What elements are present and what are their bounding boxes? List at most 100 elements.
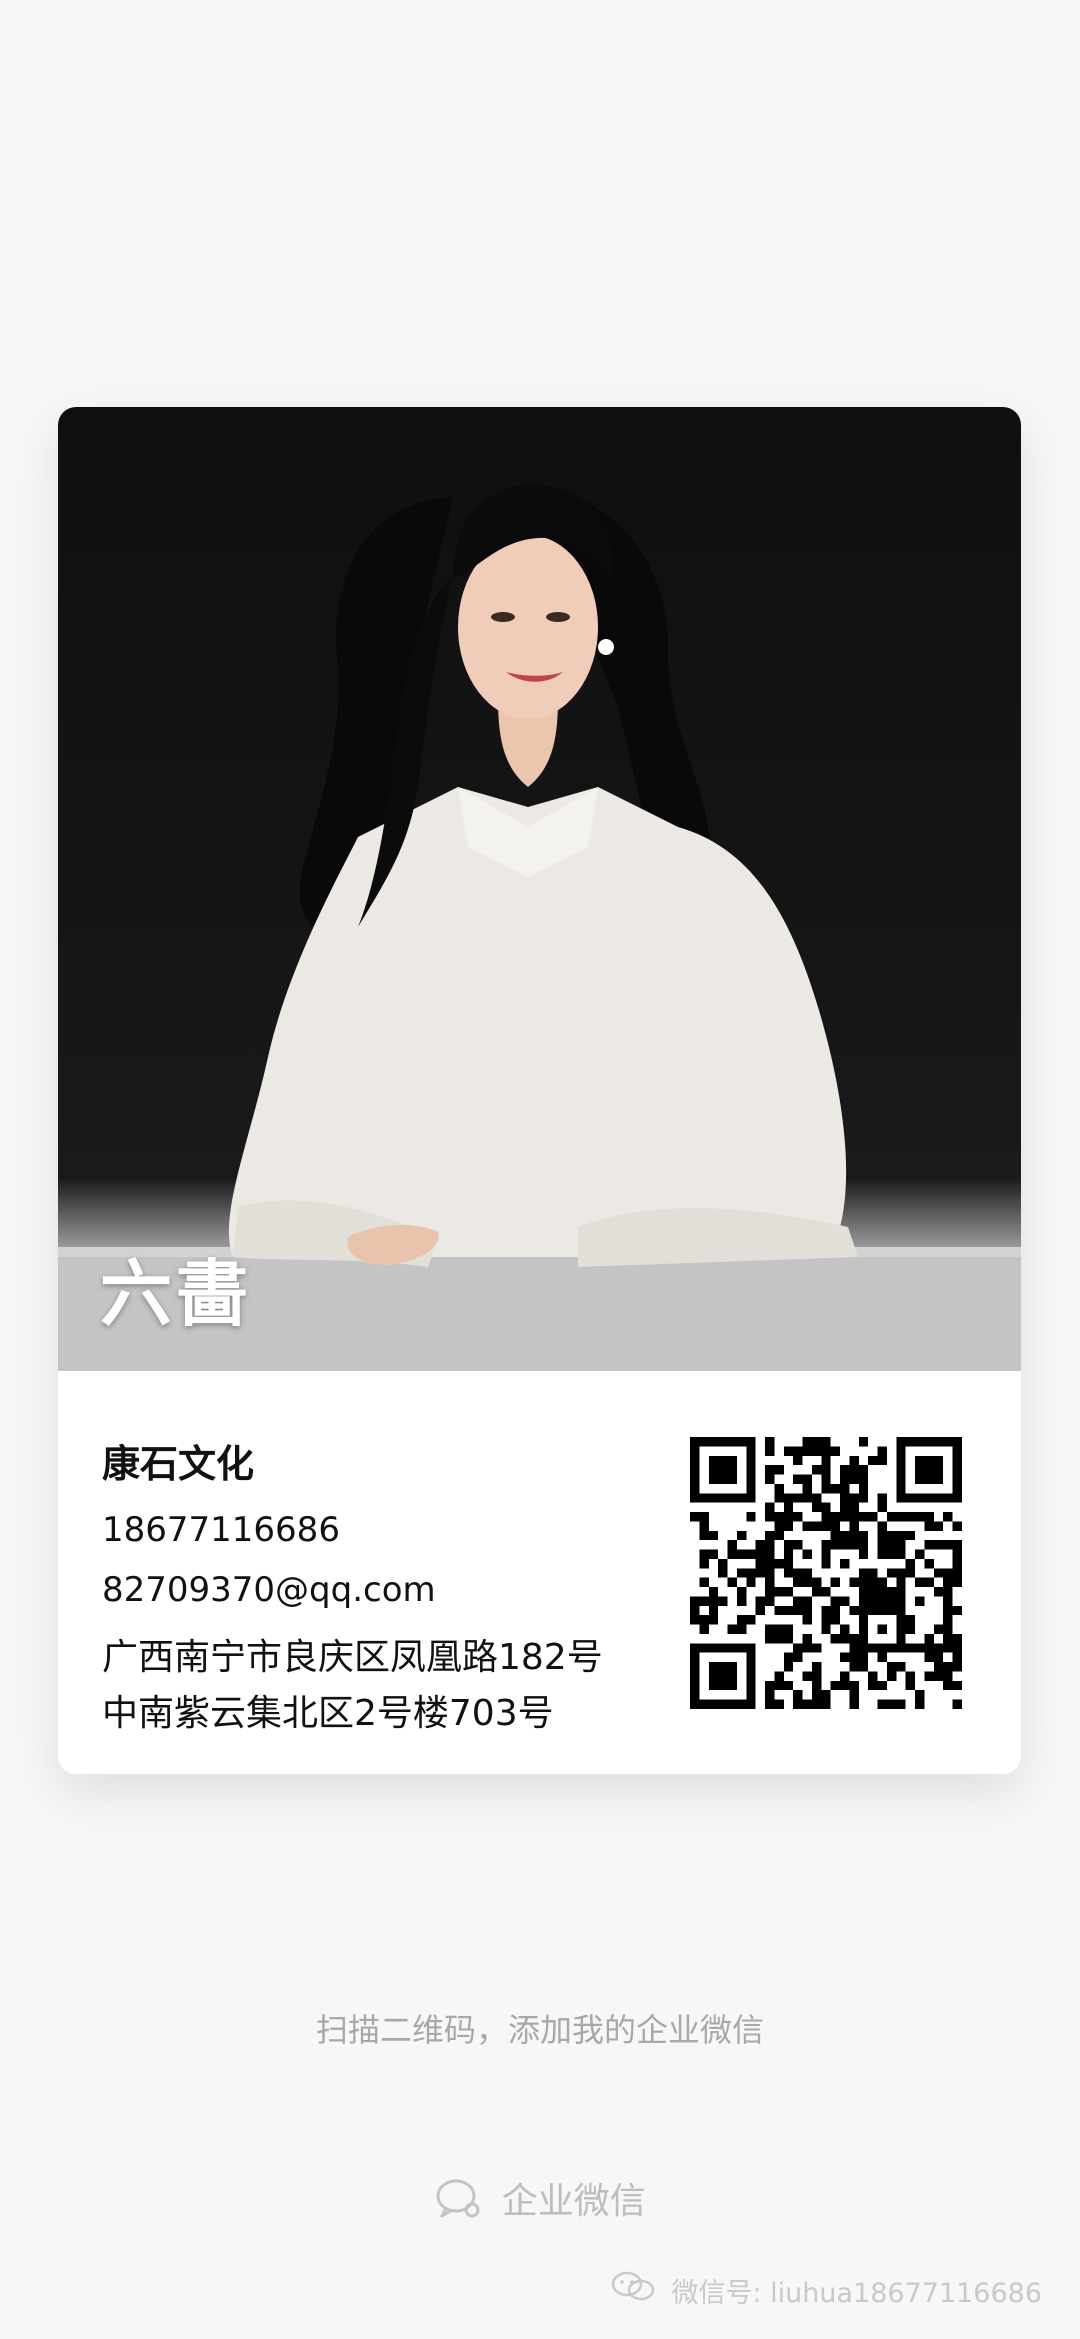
- qr-module: [849, 1493, 859, 1503]
- qr-module: [877, 1521, 887, 1531]
- qr-module: [802, 1521, 812, 1531]
- qr-module: [718, 1493, 728, 1503]
- profile-photo: 六畵: [58, 407, 1021, 1371]
- qr-module: [905, 1558, 916, 1569]
- email-address[interactable]: 82709370@qq.com: [102, 1570, 662, 1610]
- qr-module: [886, 1596, 897, 1606]
- qr-module: [877, 1680, 887, 1691]
- qr-module: [915, 1596, 925, 1606]
- qr-module: [708, 1549, 719, 1559]
- qr-module: [840, 1493, 850, 1503]
- qr-module: [699, 1699, 709, 1709]
- qr-module: [858, 1474, 869, 1484]
- qr-module: [802, 1577, 812, 1588]
- qr-module: [849, 1652, 859, 1663]
- qr-module: [952, 1680, 962, 1691]
- qr-module: [811, 1699, 822, 1709]
- qr-module: [877, 1587, 887, 1597]
- qr-module: [924, 1512, 934, 1522]
- qr-module: [858, 1624, 869, 1634]
- portrait-illustration: [58, 484, 1021, 1371]
- qr-module: [952, 1699, 962, 1709]
- qr-module: [783, 1605, 794, 1616]
- qr-module: [802, 1699, 812, 1709]
- qr-module: [690, 1643, 700, 1653]
- qr-module: [830, 1483, 841, 1494]
- qr-module: [896, 1577, 906, 1588]
- qr-module: [858, 1633, 869, 1644]
- qr-module: [858, 1483, 869, 1494]
- qr-module: [811, 1446, 822, 1456]
- qr-module: [943, 1540, 953, 1550]
- qr-module: [877, 1502, 887, 1513]
- qr-module: [755, 1605, 766, 1616]
- qr-module: [952, 1474, 962, 1484]
- qr-module: [793, 1474, 803, 1484]
- qr-module: [765, 1690, 775, 1700]
- qr-module: [699, 1624, 709, 1634]
- qr-module: [952, 1465, 962, 1475]
- qr-module: [933, 1521, 944, 1531]
- qr-module: [765, 1530, 775, 1541]
- qr-module: [783, 1521, 794, 1531]
- qr-module: [933, 1652, 944, 1663]
- qr-module: [877, 1455, 887, 1466]
- qr-module: [840, 1530, 850, 1541]
- qr-module: [708, 1493, 719, 1503]
- qr-module: [774, 1530, 784, 1541]
- qr-module: [783, 1446, 794, 1456]
- qr-module: [821, 1615, 831, 1625]
- qr-module: [746, 1549, 756, 1559]
- qr-module: [924, 1633, 934, 1644]
- qr-module: [858, 1437, 869, 1447]
- qr-module: [849, 1690, 859, 1700]
- company-name: 康石文化: [102, 1442, 255, 1486]
- qr-module: [765, 1633, 775, 1644]
- qr-module: [746, 1577, 756, 1588]
- qr-module: [718, 1568, 728, 1578]
- qr-module: [699, 1437, 709, 1447]
- qr-module: [840, 1474, 850, 1484]
- qr-module: [858, 1662, 869, 1672]
- qr-code[interactable]: [690, 1437, 962, 1709]
- qr-module: [849, 1521, 859, 1531]
- qr-module: [849, 1474, 859, 1484]
- qr-module: [868, 1455, 878, 1466]
- qr-module: [840, 1652, 850, 1663]
- qr-module: [746, 1662, 756, 1672]
- qr-module: [793, 1577, 803, 1588]
- wechat-id-watermark: 微信号: liuhua18677116686: [611, 2270, 1042, 2311]
- qr-module: [896, 1643, 906, 1653]
- qr-module: [699, 1521, 709, 1531]
- qr-module: [896, 1568, 906, 1578]
- phone-number[interactable]: 18677116686: [102, 1510, 662, 1550]
- qr-module: [943, 1643, 953, 1653]
- qr-module: [802, 1633, 812, 1644]
- qr-module: [802, 1671, 812, 1681]
- qr-module: [868, 1577, 878, 1588]
- qr-module: [877, 1577, 887, 1588]
- qr-module: [811, 1465, 822, 1475]
- qr-module: [783, 1512, 794, 1522]
- qr-module: [811, 1521, 822, 1531]
- qr-module: [783, 1502, 794, 1513]
- qr-module: [830, 1577, 841, 1588]
- qr-module: [952, 1549, 962, 1559]
- qr-module: [933, 1643, 944, 1653]
- qr-module: [727, 1437, 737, 1447]
- qr-module: [933, 1437, 944, 1447]
- qr-module: [943, 1568, 953, 1578]
- qr-module: [699, 1643, 709, 1653]
- qr-module: [952, 1633, 962, 1644]
- qr-module: [746, 1568, 756, 1578]
- qr-module: [858, 1549, 869, 1559]
- qr-module: [774, 1558, 784, 1569]
- qr-module: [727, 1455, 737, 1466]
- qr-module: [840, 1502, 850, 1513]
- qr-module: [896, 1455, 906, 1466]
- qr-module: [718, 1671, 728, 1681]
- qr-module: [915, 1465, 925, 1475]
- qr-module: [802, 1437, 812, 1447]
- qr-module: [736, 1624, 747, 1634]
- qr-module: [924, 1652, 934, 1663]
